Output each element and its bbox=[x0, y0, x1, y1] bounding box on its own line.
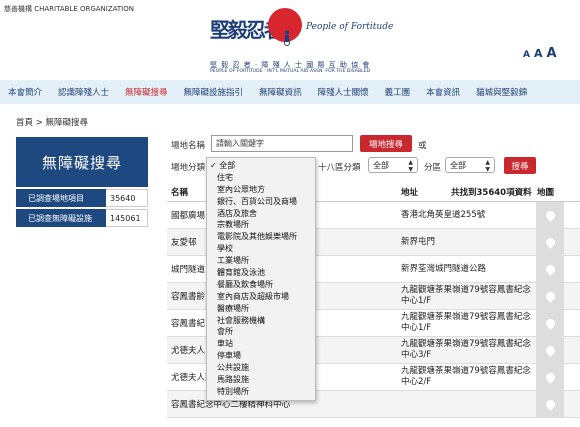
dropdown-option[interactable]: 工業場所 bbox=[207, 255, 315, 267]
district-value: 全部 bbox=[450, 160, 466, 170]
dropdown-option[interactable]: 停車場 bbox=[207, 350, 315, 362]
nav-item-search[interactable]: 無障礙搜尋 bbox=[117, 86, 176, 98]
logo-english: People of Fortitude bbox=[306, 22, 394, 32]
venue-address: 九龍觀塘茶果嶺道79號容鳳書紀念中心1/F bbox=[401, 312, 531, 333]
logo[interactable]: 堅毅忍者 People of Fortitude 堅 毅 忍 者 · 障 殘 人… bbox=[210, 8, 410, 78]
stat-value: 145061 bbox=[106, 209, 148, 227]
dropdown-option[interactable]: 公共設施 bbox=[207, 362, 315, 374]
nav-item-catcity[interactable]: 貓城與堅毅錦 bbox=[468, 86, 535, 98]
main-nav: 本會簡介 認識障殘人士 無障礙搜尋 無障礙設施指引 無障礙資訊 障殘人士關懷 義… bbox=[0, 80, 580, 104]
district-select[interactable]: 全部 ▲ ▼ bbox=[445, 157, 495, 173]
district18-select[interactable]: 全部 ▲ ▼ bbox=[368, 157, 418, 173]
map-pin-icon[interactable] bbox=[536, 256, 564, 282]
col-addr-header: 地址 bbox=[401, 187, 419, 198]
org-line: 慈善機構 CHARITABLE ORGANIZATION bbox=[4, 5, 134, 13]
dropdown-option[interactable]: 特別場所 bbox=[207, 386, 315, 398]
nav-item-guidelines[interactable]: 無障礙設施指引 bbox=[176, 86, 252, 98]
venue-address: 九龍觀塘茶果嶺道79號容鳳書紀念中心3/F bbox=[401, 339, 531, 360]
font-size-switcher: AAA bbox=[523, 42, 561, 61]
dropdown-option[interactable]: 餐廳及飲食場所 bbox=[207, 279, 315, 291]
dropdown-option[interactable]: 宗教場所 bbox=[207, 219, 315, 231]
side-panel: 無障礙搜尋 已調查場地項目 35640 已調查無障礙設施 145061 bbox=[16, 137, 148, 227]
nav-item-volunteer[interactable]: 義工團 bbox=[377, 86, 419, 98]
category-dropdown-menu[interactable]: ✓ 全部 住宅 室內公眾地方 銀行、百貨公司及商場 酒店及旅舍 宗教場所 電影院… bbox=[206, 157, 316, 401]
district18-label: 十八區分類 bbox=[318, 163, 361, 173]
district18-value: 全部 bbox=[373, 160, 389, 170]
venue-name[interactable]: 容鳳書齡 bbox=[171, 283, 205, 309]
breadcrumb[interactable]: 首頁 > 無障礙搜尋 bbox=[16, 116, 88, 128]
dropdown-option[interactable]: 社會服務機構 bbox=[207, 315, 315, 327]
venue-name[interactable]: 城門隧道 bbox=[171, 256, 205, 282]
venue-address: 香港北角英皇道255號 bbox=[401, 209, 486, 220]
dropdown-option[interactable]: 學校 bbox=[207, 243, 315, 255]
venue-name[interactable]: 國都廣場 bbox=[171, 202, 205, 228]
district-label: 分區 bbox=[424, 163, 442, 173]
map-pin-icon[interactable] bbox=[536, 283, 564, 309]
venue-address: 九龍觀塘茶果嶺道79號容鳳書紀念中心2/F bbox=[401, 366, 531, 387]
venue-name[interactable]: 尤德夫人 bbox=[171, 337, 205, 363]
dropdown-option[interactable]: 銀行、百貨公司及商場 bbox=[207, 196, 315, 208]
nav-item-about[interactable]: 本會簡介 bbox=[0, 86, 50, 98]
search-submit-button[interactable]: 搜尋 bbox=[504, 157, 536, 174]
stat-value: 35640 bbox=[106, 189, 148, 207]
venue-search-button[interactable]: 場地搜尋 bbox=[360, 135, 412, 152]
venue-address bbox=[401, 391, 531, 417]
nav-item-news[interactable]: 本會資訊 bbox=[418, 86, 468, 98]
dropdown-option[interactable]: 酒店及旅舍 bbox=[207, 208, 315, 220]
dropdown-option[interactable]: 室內公眾地方 bbox=[207, 184, 315, 196]
dropdown-option[interactable]: 會所 bbox=[207, 326, 315, 338]
side-title: 無障礙搜尋 bbox=[16, 137, 148, 187]
or-label: 或 bbox=[418, 141, 427, 151]
nav-item-info[interactable]: 無障礙資訊 bbox=[251, 86, 310, 98]
stat-label: 已調查無障礙設施 bbox=[16, 209, 106, 227]
result-count: 共找到35640項資料 bbox=[451, 187, 532, 198]
category-label: 場地分類 bbox=[171, 163, 206, 173]
dropdown-option[interactable]: 體育館及泳池 bbox=[207, 267, 315, 279]
map-pin-icon[interactable] bbox=[536, 337, 564, 363]
select-arrows-icon: ▲ ▼ bbox=[485, 159, 490, 173]
logo-subtitle-en: PEOPLE OF FORTITUDE · INT'L MUTUAL AID A… bbox=[210, 69, 371, 74]
dropdown-option[interactable]: 室內商店及超級市場 bbox=[207, 291, 315, 303]
col-name-header: 名稱 bbox=[171, 187, 189, 198]
venue-name-label: 場地名稱 bbox=[171, 141, 206, 151]
map-pin-icon[interactable] bbox=[536, 391, 564, 417]
map-pin-icon[interactable] bbox=[536, 364, 564, 390]
nav-item-care[interactable]: 障殘人士關懷 bbox=[310, 86, 377, 98]
font-small-button[interactable]: A bbox=[523, 50, 530, 60]
stat-row: 已調查無障礙設施 145061 bbox=[16, 209, 148, 227]
stat-row: 已調查場地項目 35640 bbox=[16, 189, 148, 207]
dropdown-option[interactable]: 馬路設施 bbox=[207, 374, 315, 386]
col-map-header: 地圖 bbox=[537, 187, 555, 198]
stat-label: 已調查場地項目 bbox=[16, 189, 106, 207]
select-arrows-icon: ▲ ▼ bbox=[408, 159, 413, 173]
check-icon: ✓ bbox=[210, 161, 220, 170]
map-pin-icon[interactable] bbox=[536, 310, 564, 336]
dropdown-option[interactable]: 醫療場所 bbox=[207, 303, 315, 315]
venue-name[interactable]: 友愛邨 bbox=[171, 229, 197, 255]
dropdown-option-selected[interactable]: ✓ 全部 bbox=[207, 160, 315, 172]
font-medium-button[interactable]: A bbox=[534, 47, 543, 60]
dropdown-option[interactable]: 電影院及其他娛樂場所 bbox=[207, 231, 315, 243]
font-large-button[interactable]: A bbox=[546, 46, 556, 61]
venue-name[interactable]: 容鳳書紀 bbox=[171, 310, 205, 336]
search-input[interactable]: 請輸入關鍵字 bbox=[211, 135, 353, 152]
venue-address: 新界荃灣城門隧道公路 bbox=[401, 263, 487, 274]
map-pin-icon[interactable] bbox=[536, 202, 564, 228]
venue-address: 新界屯門 bbox=[401, 236, 436, 247]
nav-item-know-disabled[interactable]: 認識障殘人士 bbox=[50, 86, 117, 98]
dropdown-option[interactable]: 住宅 bbox=[207, 172, 315, 184]
venue-address: 九龍觀塘茶果嶺道79號容鳳書紀念中心1/F bbox=[401, 285, 531, 306]
logo-person-icon bbox=[284, 30, 290, 46]
map-pin-icon[interactable] bbox=[536, 229, 564, 255]
dropdown-option[interactable]: 車站 bbox=[207, 338, 315, 350]
